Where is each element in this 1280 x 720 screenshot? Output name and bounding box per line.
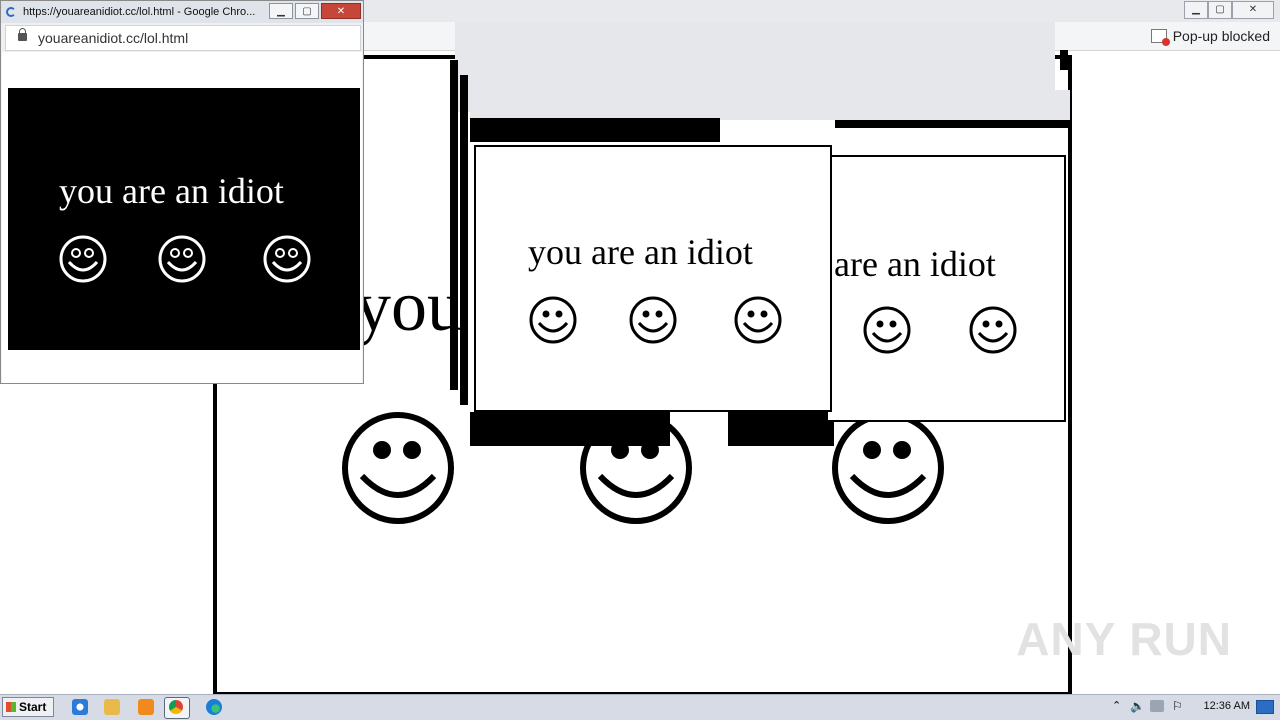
bg-restore-button[interactable]: ▢: [1208, 1, 1232, 19]
volume-icon[interactable]: 🔈: [1130, 699, 1145, 713]
smiley-icon: [734, 296, 782, 344]
loading-spinner-icon: [6, 7, 16, 17]
explorer-icon[interactable]: [104, 699, 120, 715]
smiley-icon: [59, 235, 107, 283]
system-tray: ⌃ 🔈 ⚐ 12:36 AM: [1100, 695, 1280, 719]
popup-minimize-button[interactable]: ▁: [269, 3, 293, 19]
taskbar-clock[interactable]: 12:36 AM: [1204, 700, 1250, 712]
anyrun-watermark: ANY RUN: [1016, 613, 1232, 665]
lock-icon: [18, 28, 27, 41]
smiley-icon: [342, 412, 454, 524]
windows-flag-icon: [6, 702, 16, 712]
center-window-message: you are an idiot: [528, 232, 753, 272]
popup-maximize-button[interactable]: ▢: [295, 3, 319, 19]
glitch-window-trail: [470, 118, 720, 142]
popup-black-panel: you are an idiot: [8, 88, 360, 350]
glitch-window-trail: [835, 120, 1070, 128]
edge-icon[interactable]: [206, 699, 222, 715]
popup-address-bar[interactable]: youareanidiot.cc/lol.html: [5, 25, 361, 51]
ie-icon[interactable]: [72, 699, 88, 715]
glitch-window-trail: [470, 412, 670, 446]
network-icon[interactable]: [1150, 700, 1164, 712]
popup-message: you are an idiot: [59, 171, 284, 211]
start-button[interactable]: Start: [2, 697, 54, 717]
smiley-icon: [969, 306, 1017, 354]
right-window-message: are an idiot: [834, 244, 996, 284]
bg-minimize-button[interactable]: ▁: [1184, 1, 1208, 19]
chrome-icon: [169, 700, 183, 714]
tray-expand-icon[interactable]: ⌃: [1112, 699, 1121, 712]
center-popup-window[interactable]: you are an idiot: [474, 145, 832, 412]
taskbar: Start ⌃ 🔈 ⚐ 12:36 AM: [0, 694, 1280, 720]
popup-blocked-indicator[interactable]: Pop-up blocked: [1150, 28, 1270, 46]
chrome-taskbar-item[interactable]: [164, 697, 190, 719]
glitch-window-trail: [1060, 50, 1068, 70]
popup-title-text: https://youareanidiot.cc/lol.html - Goog…: [23, 6, 256, 18]
smiley-icon: [263, 235, 311, 283]
glitch-window-trail: [450, 60, 458, 390]
popup-blocked-label: Pop-up blocked: [1172, 28, 1270, 44]
popup-blocked-icon: [1150, 29, 1170, 46]
smiley-icon: [529, 296, 577, 344]
right-popup-window[interactable]: are an idiot: [826, 155, 1066, 422]
popup-close-button[interactable]: ✕: [321, 3, 361, 19]
show-desktop-icon[interactable]: [1256, 700, 1274, 714]
popup-url-text: youareanidiot.cc/lol.html: [38, 30, 189, 46]
action-center-flag-icon[interactable]: ⚐: [1172, 699, 1183, 713]
glitch-window-trail: [470, 90, 1070, 120]
popup-page: you are an idiot: [2, 52, 362, 383]
big-background-text: you: [355, 266, 463, 346]
bg-close-button[interactable]: ✕: [1232, 1, 1274, 19]
glitch-window-trail: [460, 75, 468, 405]
smiley-icon: [158, 235, 206, 283]
smiley-icon: [629, 296, 677, 344]
smiley-icon: [863, 306, 911, 354]
glitch-window-trail: [728, 412, 834, 446]
media-player-icon[interactable]: [138, 699, 154, 715]
popup-titlebar[interactable]: https://youareanidiot.cc/lol.html - Goog…: [1, 1, 363, 23]
popup-browser-window[interactable]: https://youareanidiot.cc/lol.html - Goog…: [0, 0, 364, 384]
smiley-icon: [832, 412, 944, 524]
start-label: Start: [19, 700, 47, 714]
